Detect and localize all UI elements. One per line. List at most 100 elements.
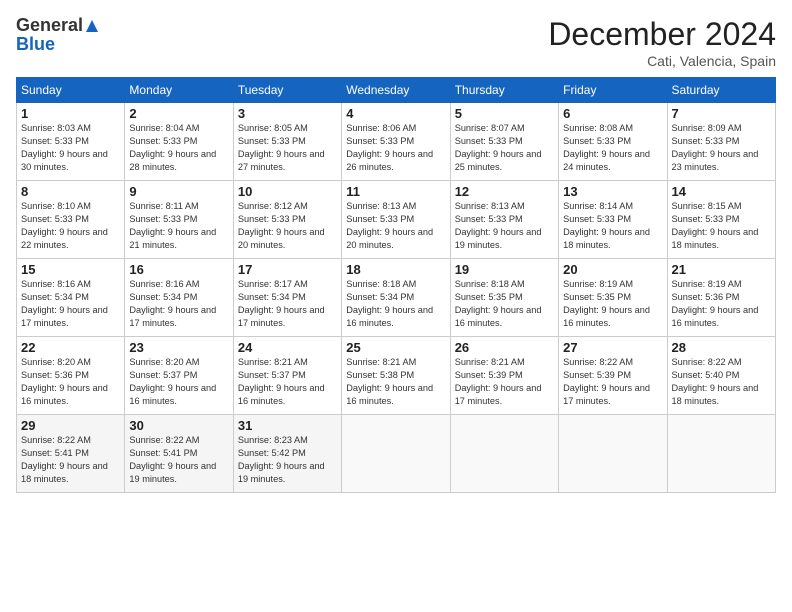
calendar-cell: 27 Sunrise: 8:22 AM Sunset: 5:39 PM Dayl… — [559, 337, 667, 415]
day-number: 8 — [21, 184, 120, 199]
calendar-cell: 2 Sunrise: 8:04 AM Sunset: 5:33 PM Dayli… — [125, 103, 233, 181]
calendar-header-thursday: Thursday — [450, 78, 558, 103]
day-number: 19 — [455, 262, 554, 277]
calendar-header-friday: Friday — [559, 78, 667, 103]
calendar-cell: 1 Sunrise: 8:03 AM Sunset: 5:33 PM Dayli… — [17, 103, 125, 181]
calendar-cell — [559, 415, 667, 493]
day-number: 30 — [129, 418, 228, 433]
calendar-cell: 17 Sunrise: 8:17 AM Sunset: 5:34 PM Dayl… — [233, 259, 341, 337]
logo-triangle-icon — [84, 18, 100, 34]
day-number: 12 — [455, 184, 554, 199]
calendar-cell: 30 Sunrise: 8:22 AM Sunset: 5:41 PM Dayl… — [125, 415, 233, 493]
day-info: Sunrise: 8:08 AM Sunset: 5:33 PM Dayligh… — [563, 122, 662, 174]
calendar-cell: 19 Sunrise: 8:18 AM Sunset: 5:35 PM Dayl… — [450, 259, 558, 337]
day-info: Sunrise: 8:18 AM Sunset: 5:35 PM Dayligh… — [455, 278, 554, 330]
calendar-cell: 28 Sunrise: 8:22 AM Sunset: 5:40 PM Dayl… — [667, 337, 775, 415]
calendar-cell: 12 Sunrise: 8:13 AM Sunset: 5:33 PM Dayl… — [450, 181, 558, 259]
day-number: 5 — [455, 106, 554, 121]
calendar-cell: 13 Sunrise: 8:14 AM Sunset: 5:33 PM Dayl… — [559, 181, 667, 259]
day-info: Sunrise: 8:16 AM Sunset: 5:34 PM Dayligh… — [21, 278, 120, 330]
calendar-header-row: SundayMondayTuesdayWednesdayThursdayFrid… — [17, 78, 776, 103]
day-number: 6 — [563, 106, 662, 121]
day-info: Sunrise: 8:17 AM Sunset: 5:34 PM Dayligh… — [238, 278, 337, 330]
calendar-cell: 10 Sunrise: 8:12 AM Sunset: 5:33 PM Dayl… — [233, 181, 341, 259]
calendar-cell: 9 Sunrise: 8:11 AM Sunset: 5:33 PM Dayli… — [125, 181, 233, 259]
calendar-cell: 26 Sunrise: 8:21 AM Sunset: 5:39 PM Dayl… — [450, 337, 558, 415]
day-info: Sunrise: 8:12 AM Sunset: 5:33 PM Dayligh… — [238, 200, 337, 252]
day-number: 11 — [346, 184, 445, 199]
calendar-cell: 22 Sunrise: 8:20 AM Sunset: 5:36 PM Dayl… — [17, 337, 125, 415]
day-info: Sunrise: 8:22 AM Sunset: 5:39 PM Dayligh… — [563, 356, 662, 408]
calendar-week-row: 15 Sunrise: 8:16 AM Sunset: 5:34 PM Dayl… — [17, 259, 776, 337]
calendar-cell: 3 Sunrise: 8:05 AM Sunset: 5:33 PM Dayli… — [233, 103, 341, 181]
day-info: Sunrise: 8:15 AM Sunset: 5:33 PM Dayligh… — [672, 200, 771, 252]
day-info: Sunrise: 8:21 AM Sunset: 5:38 PM Dayligh… — [346, 356, 445, 408]
day-info: Sunrise: 8:20 AM Sunset: 5:36 PM Dayligh… — [21, 356, 120, 408]
calendar-cell — [342, 415, 450, 493]
page: General Blue December 2024 Cati, Valenci… — [0, 0, 792, 612]
calendar-header-wednesday: Wednesday — [342, 78, 450, 103]
day-number: 13 — [563, 184, 662, 199]
day-number: 17 — [238, 262, 337, 277]
day-info: Sunrise: 8:07 AM Sunset: 5:33 PM Dayligh… — [455, 122, 554, 174]
calendar-header-saturday: Saturday — [667, 78, 775, 103]
day-info: Sunrise: 8:20 AM Sunset: 5:37 PM Dayligh… — [129, 356, 228, 408]
day-number: 28 — [672, 340, 771, 355]
day-number: 7 — [672, 106, 771, 121]
calendar-cell: 4 Sunrise: 8:06 AM Sunset: 5:33 PM Dayli… — [342, 103, 450, 181]
day-info: Sunrise: 8:11 AM Sunset: 5:33 PM Dayligh… — [129, 200, 228, 252]
day-number: 26 — [455, 340, 554, 355]
calendar-cell: 21 Sunrise: 8:19 AM Sunset: 5:36 PM Dayl… — [667, 259, 775, 337]
day-number: 18 — [346, 262, 445, 277]
calendar-cell: 6 Sunrise: 8:08 AM Sunset: 5:33 PM Dayli… — [559, 103, 667, 181]
calendar-week-row: 29 Sunrise: 8:22 AM Sunset: 5:41 PM Dayl… — [17, 415, 776, 493]
day-number: 9 — [129, 184, 228, 199]
calendar-cell — [450, 415, 558, 493]
calendar-cell: 15 Sunrise: 8:16 AM Sunset: 5:34 PM Dayl… — [17, 259, 125, 337]
day-number: 20 — [563, 262, 662, 277]
day-info: Sunrise: 8:03 AM Sunset: 5:33 PM Dayligh… — [21, 122, 120, 174]
day-number: 14 — [672, 184, 771, 199]
calendar-cell: 24 Sunrise: 8:21 AM Sunset: 5:37 PM Dayl… — [233, 337, 341, 415]
calendar-cell: 8 Sunrise: 8:10 AM Sunset: 5:33 PM Dayli… — [17, 181, 125, 259]
day-info: Sunrise: 8:04 AM Sunset: 5:33 PM Dayligh… — [129, 122, 228, 174]
day-info: Sunrise: 8:19 AM Sunset: 5:35 PM Dayligh… — [563, 278, 662, 330]
calendar-cell: 25 Sunrise: 8:21 AM Sunset: 5:38 PM Dayl… — [342, 337, 450, 415]
location: Cati, Valencia, Spain — [548, 53, 776, 69]
day-number: 29 — [21, 418, 120, 433]
calendar-cell: 7 Sunrise: 8:09 AM Sunset: 5:33 PM Dayli… — [667, 103, 775, 181]
day-number: 4 — [346, 106, 445, 121]
calendar-header-monday: Monday — [125, 78, 233, 103]
calendar-header-tuesday: Tuesday — [233, 78, 341, 103]
day-number: 24 — [238, 340, 337, 355]
day-number: 1 — [21, 106, 120, 121]
day-number: 27 — [563, 340, 662, 355]
day-number: 16 — [129, 262, 228, 277]
day-info: Sunrise: 8:21 AM Sunset: 5:39 PM Dayligh… — [455, 356, 554, 408]
day-info: Sunrise: 8:21 AM Sunset: 5:37 PM Dayligh… — [238, 356, 337, 408]
calendar-table: SundayMondayTuesdayWednesdayThursdayFrid… — [16, 77, 776, 493]
calendar-cell: 20 Sunrise: 8:19 AM Sunset: 5:35 PM Dayl… — [559, 259, 667, 337]
day-info: Sunrise: 8:16 AM Sunset: 5:34 PM Dayligh… — [129, 278, 228, 330]
day-info: Sunrise: 8:14 AM Sunset: 5:33 PM Dayligh… — [563, 200, 662, 252]
calendar-cell: 16 Sunrise: 8:16 AM Sunset: 5:34 PM Dayl… — [125, 259, 233, 337]
calendar-cell: 11 Sunrise: 8:13 AM Sunset: 5:33 PM Dayl… — [342, 181, 450, 259]
header: General Blue December 2024 Cati, Valenci… — [16, 16, 776, 69]
day-number: 10 — [238, 184, 337, 199]
day-number: 21 — [672, 262, 771, 277]
month-title: December 2024 — [548, 16, 776, 53]
day-info: Sunrise: 8:23 AM Sunset: 5:42 PM Dayligh… — [238, 434, 337, 486]
day-info: Sunrise: 8:19 AM Sunset: 5:36 PM Dayligh… — [672, 278, 771, 330]
day-info: Sunrise: 8:22 AM Sunset: 5:41 PM Dayligh… — [21, 434, 120, 486]
day-number: 23 — [129, 340, 228, 355]
calendar-cell: 23 Sunrise: 8:20 AM Sunset: 5:37 PM Dayl… — [125, 337, 233, 415]
logo: General Blue — [16, 16, 101, 55]
logo-blue: Blue — [16, 34, 55, 55]
day-info: Sunrise: 8:22 AM Sunset: 5:41 PM Dayligh… — [129, 434, 228, 486]
title-area: December 2024 Cati, Valencia, Spain — [548, 16, 776, 69]
day-number: 22 — [21, 340, 120, 355]
day-info: Sunrise: 8:13 AM Sunset: 5:33 PM Dayligh… — [455, 200, 554, 252]
calendar-cell: 31 Sunrise: 8:23 AM Sunset: 5:42 PM Dayl… — [233, 415, 341, 493]
calendar-cell: 14 Sunrise: 8:15 AM Sunset: 5:33 PM Dayl… — [667, 181, 775, 259]
calendar-cell: 29 Sunrise: 8:22 AM Sunset: 5:41 PM Dayl… — [17, 415, 125, 493]
